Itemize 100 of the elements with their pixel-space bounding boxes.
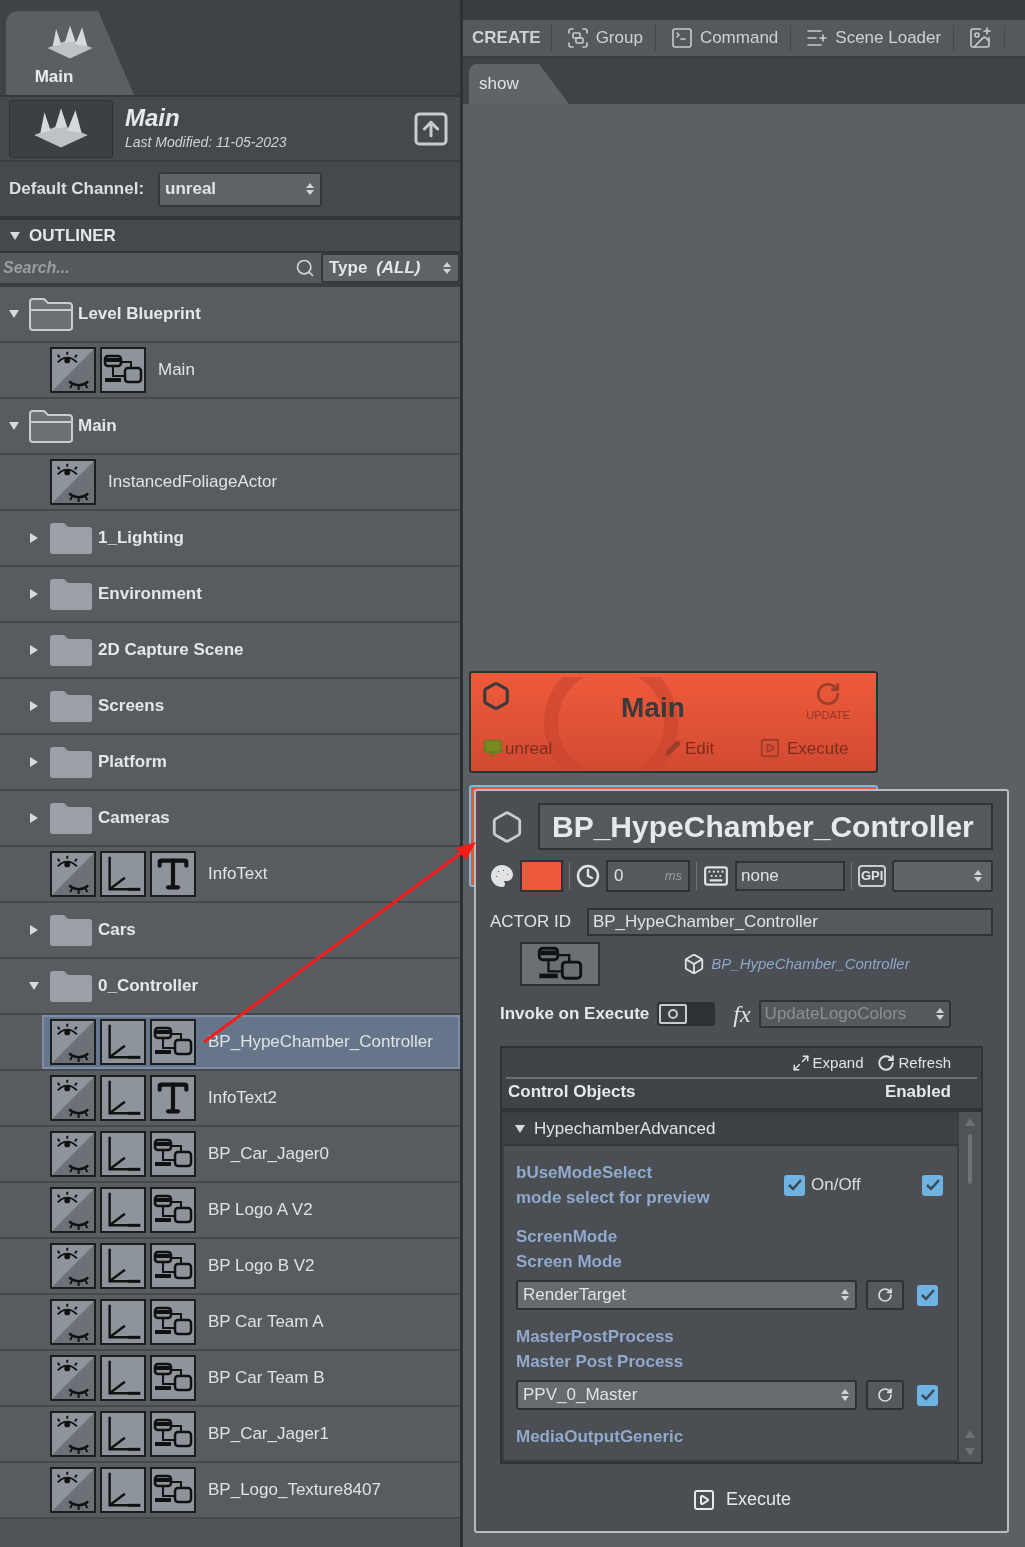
- color-swatch[interactable]: [520, 860, 563, 892]
- outliner-row[interactable]: InfoText2: [0, 1071, 460, 1127]
- outliner-row[interactable]: BP Logo B V2: [0, 1239, 460, 1295]
- outliner-row[interactable]: BP_HypeChamber_Controller: [0, 1015, 460, 1071]
- caret-icon[interactable]: [8, 420, 20, 432]
- blueprint-tile[interactable]: [150, 1467, 196, 1513]
- caret-icon[interactable]: [28, 700, 40, 712]
- caret-icon[interactable]: [28, 924, 40, 936]
- visibility-toggle-icon[interactable]: [50, 1299, 96, 1345]
- visibility-toggle-icon[interactable]: [50, 459, 96, 505]
- visibility-toggle-icon[interactable]: [50, 1243, 96, 1289]
- channel-dropdown[interactable]: unreal: [158, 171, 323, 207]
- title-field[interactable]: BP_HypeChamber_Controller: [538, 803, 993, 850]
- axes-icon[interactable]: [100, 1243, 146, 1289]
- blueprint-tile[interactable]: [150, 1019, 196, 1065]
- type-filter-dropdown[interactable]: Type (ALL): [321, 253, 460, 283]
- axes-icon[interactable]: [100, 1075, 146, 1121]
- search-icon[interactable]: [295, 258, 315, 278]
- outliner-row[interactable]: Level Blueprint: [0, 287, 460, 343]
- toolbar-button[interactable]: [968, 26, 1006, 50]
- caret-icon[interactable]: [8, 308, 20, 320]
- outliner-row[interactable]: Platform: [0, 735, 460, 791]
- project-tab[interactable]: Main: [6, 11, 134, 95]
- outliner-row[interactable]: InstancedFoliageActor: [0, 455, 460, 511]
- visibility-toggle-icon[interactable]: [50, 1131, 96, 1177]
- outliner-row[interactable]: Main: [0, 399, 460, 455]
- folder-label[interactable]: Level Blueprint: [78, 301, 201, 327]
- caret-icon[interactable]: [514, 1123, 526, 1135]
- toolbar-button[interactable]: Group: [565, 25, 656, 51]
- actor-id-field[interactable]: BP_HypeChamber_Controller: [586, 908, 993, 936]
- caret-icon[interactable]: [28, 980, 40, 992]
- visibility-toggle-icon[interactable]: [50, 1355, 96, 1401]
- axes-icon[interactable]: [100, 1019, 146, 1065]
- blueprint-tile[interactable]: [100, 347, 146, 393]
- axes-icon[interactable]: [100, 1467, 146, 1513]
- axes-icon[interactable]: [100, 1187, 146, 1233]
- reset-button[interactable]: [866, 1380, 904, 1410]
- blueprint-tile[interactable]: [150, 1299, 196, 1345]
- caret-icon[interactable]: [28, 532, 40, 544]
- delay-field[interactable]: 0 ms: [606, 860, 690, 892]
- blueprint-tile[interactable]: [150, 1355, 196, 1401]
- outliner-row[interactable]: BP_Logo_Texture8407: [0, 1463, 460, 1519]
- caret-icon[interactable]: [28, 756, 40, 768]
- axes-icon[interactable]: [100, 1411, 146, 1457]
- outliner-row[interactable]: InfoText: [0, 847, 460, 903]
- folder-label[interactable]: 0_Controller: [98, 973, 199, 999]
- visibility-toggle-icon[interactable]: [50, 1467, 96, 1513]
- axes-icon[interactable]: [100, 851, 146, 897]
- folder-label[interactable]: 2D Capture Scene: [98, 637, 244, 663]
- outliner-row[interactable]: Cameras: [0, 791, 460, 847]
- visibility-toggle-icon[interactable]: [50, 347, 96, 393]
- axes-icon[interactable]: [100, 1131, 146, 1177]
- enabled-checkbox[interactable]: [917, 1284, 938, 1306]
- outliner-row[interactable]: 2D Capture Scene: [0, 623, 460, 679]
- outliner-row[interactable]: Main: [0, 343, 460, 399]
- blueprint-tile[interactable]: [150, 1411, 196, 1457]
- canvas-tab[interactable]: show: [469, 64, 569, 104]
- blueprint-tile[interactable]: [150, 1243, 196, 1289]
- outliner-row[interactable]: 0_Controller: [0, 959, 460, 1015]
- visibility-toggle-icon[interactable]: [50, 1187, 96, 1233]
- folder-label[interactable]: Screens: [98, 693, 165, 719]
- axes-icon[interactable]: [100, 1355, 146, 1401]
- outliner-row[interactable]: BP Logo A V2: [0, 1183, 460, 1239]
- value-dropdown[interactable]: PPV_0_Master: [516, 1380, 857, 1410]
- folder-label[interactable]: Environment: [98, 581, 202, 607]
- visibility-toggle-icon[interactable]: [50, 1075, 96, 1121]
- caret-icon[interactable]: [28, 644, 40, 656]
- text-tile[interactable]: [150, 1075, 196, 1121]
- outliner-row[interactable]: Screens: [0, 679, 460, 735]
- outliner-row[interactable]: BP Car Team B: [0, 1351, 460, 1407]
- refresh-button[interactable]: Refresh: [877, 1052, 951, 1075]
- reset-button[interactable]: [866, 1280, 904, 1310]
- actor-link[interactable]: BP_HypeChamber_Controller: [711, 952, 910, 976]
- visibility-toggle-icon[interactable]: [50, 851, 96, 897]
- value-checkbox[interactable]: [784, 1174, 805, 1196]
- enabled-checkbox[interactable]: [922, 1174, 943, 1196]
- scrollbar[interactable]: [959, 1112, 981, 1462]
- visibility-toggle-icon[interactable]: [50, 1019, 96, 1065]
- caret-icon[interactable]: [28, 812, 40, 824]
- folder-label[interactable]: Platform: [98, 749, 167, 775]
- toolbar-button[interactable]: Scene Loader: [805, 25, 955, 51]
- collapse-caret-icon[interactable]: [9, 229, 21, 242]
- caret-icon[interactable]: [28, 588, 40, 600]
- outliner-row[interactable]: Cars: [0, 903, 460, 959]
- execute-button[interactable]: Execute: [691, 1486, 791, 1513]
- visibility-toggle-icon[interactable]: [50, 1411, 96, 1457]
- folder-label[interactable]: 1_Lighting: [98, 525, 184, 551]
- value-dropdown[interactable]: RenderTarget: [516, 1280, 857, 1310]
- shortcut-field[interactable]: none: [735, 861, 845, 891]
- toolbar-button[interactable]: Command: [669, 25, 792, 51]
- blueprint-tile[interactable]: [150, 1131, 196, 1177]
- outliner-row[interactable]: BP Car Team A: [0, 1295, 460, 1351]
- folder-label[interactable]: Cars: [98, 917, 136, 943]
- axes-icon[interactable]: [100, 1299, 146, 1345]
- blueprint-tile[interactable]: [150, 1187, 196, 1233]
- folder-label[interactable]: Main: [78, 413, 117, 439]
- outliner-row[interactable]: BP_Car_Jager1: [0, 1407, 460, 1463]
- outliner-row[interactable]: BP_Car_Jager0: [0, 1127, 460, 1183]
- expand-button[interactable]: Expand: [791, 1052, 864, 1075]
- enabled-checkbox[interactable]: [917, 1384, 938, 1406]
